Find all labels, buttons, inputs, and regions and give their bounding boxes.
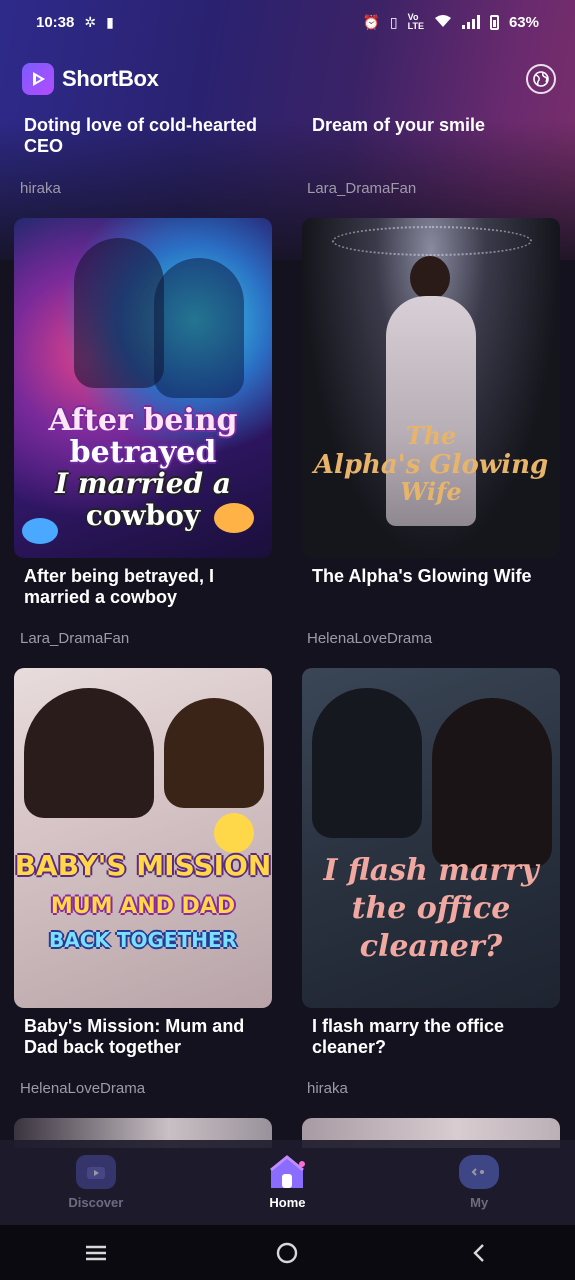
poster-title-line: BACK TOGETHER xyxy=(48,928,238,952)
poster-figure xyxy=(24,688,154,818)
home-icon xyxy=(267,1155,307,1189)
poster-title-line: MUM AND DAD xyxy=(50,894,236,919)
drama-poster[interactable]: BABY'S MISSION MUM AND DAD BACK TOGETHER xyxy=(14,668,272,1008)
star-decoration-icon xyxy=(214,813,254,853)
drama-card[interactable]: The Alpha's Glowing Wife The Alpha's Glo… xyxy=(302,218,560,587)
profile-icon xyxy=(459,1155,500,1189)
poster-title-line: I married a xyxy=(54,467,232,500)
wifi-icon xyxy=(434,14,452,31)
drama-title: Baby's Mission: Mum and Dad back togethe… xyxy=(24,1016,245,1057)
poster-title-line: The xyxy=(405,421,457,450)
poster-title-line: the office xyxy=(351,891,511,926)
brand[interactable]: ShortBox xyxy=(22,63,159,95)
drama-card[interactable]: BABY'S MISSION MUM AND DAD BACK TOGETHER… xyxy=(14,668,272,1058)
nav-home[interactable]: Home xyxy=(227,1155,347,1210)
drama-poster[interactable]: I flash marry the office cleaner? xyxy=(302,668,560,1008)
bottom-navigation: Discover Home My xyxy=(0,1140,575,1225)
language-globe-icon[interactable] xyxy=(526,64,556,94)
vibrate-icon: ▯ xyxy=(389,13,398,30)
drama-card[interactable]: Dream of your smile xyxy=(302,115,560,136)
signal-icon xyxy=(461,15,480,29)
drama-card[interactable]: Doting love of cold-hearted CEO xyxy=(14,115,272,157)
poster-decoration xyxy=(214,503,254,533)
poster-title-line: Wife xyxy=(400,477,462,506)
poster-figure xyxy=(154,258,244,398)
poster-figure xyxy=(432,698,552,868)
drama-title: Doting love of cold-hearted CEO xyxy=(24,115,258,156)
drama-author[interactable]: HelenaLoveDrama xyxy=(20,1080,145,1097)
poster-chandelier xyxy=(332,226,532,256)
poster-figure xyxy=(312,688,422,838)
poster-title-line: betrayed xyxy=(69,435,217,470)
brand-name: ShortBox xyxy=(62,66,159,91)
poster-decoration xyxy=(22,518,58,544)
poster-title-line: After being xyxy=(48,403,238,438)
drama-author[interactable]: Lara_DramaFan xyxy=(307,180,416,197)
drama-card[interactable]: After being betrayed I married a cowboy … xyxy=(14,218,272,608)
battery-icon xyxy=(489,14,499,30)
home-circle-icon[interactable] xyxy=(267,1233,307,1273)
nav-label: My xyxy=(470,1195,489,1210)
alarm-icon: ⏰ xyxy=(362,13,380,30)
poster-title-line: cleaner? xyxy=(359,929,503,964)
settings-gear-icon: ✲ xyxy=(84,13,97,30)
poster-figure xyxy=(74,238,164,388)
drama-title: The Alpha's Glowing Wife xyxy=(312,566,532,586)
drama-author[interactable]: hiraka xyxy=(307,1080,348,1097)
shortbox-logo-icon xyxy=(22,63,54,95)
battery-percent: 63% xyxy=(508,13,539,31)
back-icon[interactable] xyxy=(459,1233,499,1273)
poster-title-line: I flash marry xyxy=(323,853,539,888)
drama-author[interactable]: hiraka xyxy=(20,180,61,197)
drama-author[interactable]: HelenaLoveDrama xyxy=(307,630,432,647)
poster-figure-head xyxy=(410,256,450,300)
volte-icon: Vo LTE xyxy=(407,12,424,31)
drama-poster[interactable]: After being betrayed I married a cowboy xyxy=(14,218,272,558)
nav-label: Home xyxy=(269,1195,306,1210)
app-header: ShortBox xyxy=(22,60,562,98)
poster-title-line: Alpha's Glowing xyxy=(313,450,549,480)
recent-apps-icon[interactable] xyxy=(76,1233,116,1273)
drama-poster[interactable]: The Alpha's Glowing Wife xyxy=(302,218,560,558)
drama-author[interactable]: Lara_DramaFan xyxy=(20,630,129,647)
drama-card[interactable]: I flash marry the office cleaner? I flas… xyxy=(302,668,560,1058)
drama-title: After being betrayed, I married a cowboy xyxy=(24,566,215,607)
nav-my[interactable]: My xyxy=(419,1155,539,1210)
sd-card-icon: ▮ xyxy=(106,13,114,30)
nav-label: Discover xyxy=(68,1195,124,1210)
poster-figure xyxy=(164,698,264,808)
tv-icon xyxy=(75,1155,116,1189)
nav-discover[interactable]: Discover xyxy=(36,1155,156,1210)
poster-title-line: BABY'S MISSION xyxy=(14,849,272,882)
system-navigation xyxy=(0,1225,575,1280)
drama-title: I flash marry the office cleaner? xyxy=(312,1016,505,1057)
status-time: 10:38 xyxy=(36,13,75,31)
status-bar: 10:38 ✲ ▮ ⏰ ▯ Vo LTE 63% xyxy=(0,0,575,44)
drama-title: Dream of your smile xyxy=(312,115,486,135)
